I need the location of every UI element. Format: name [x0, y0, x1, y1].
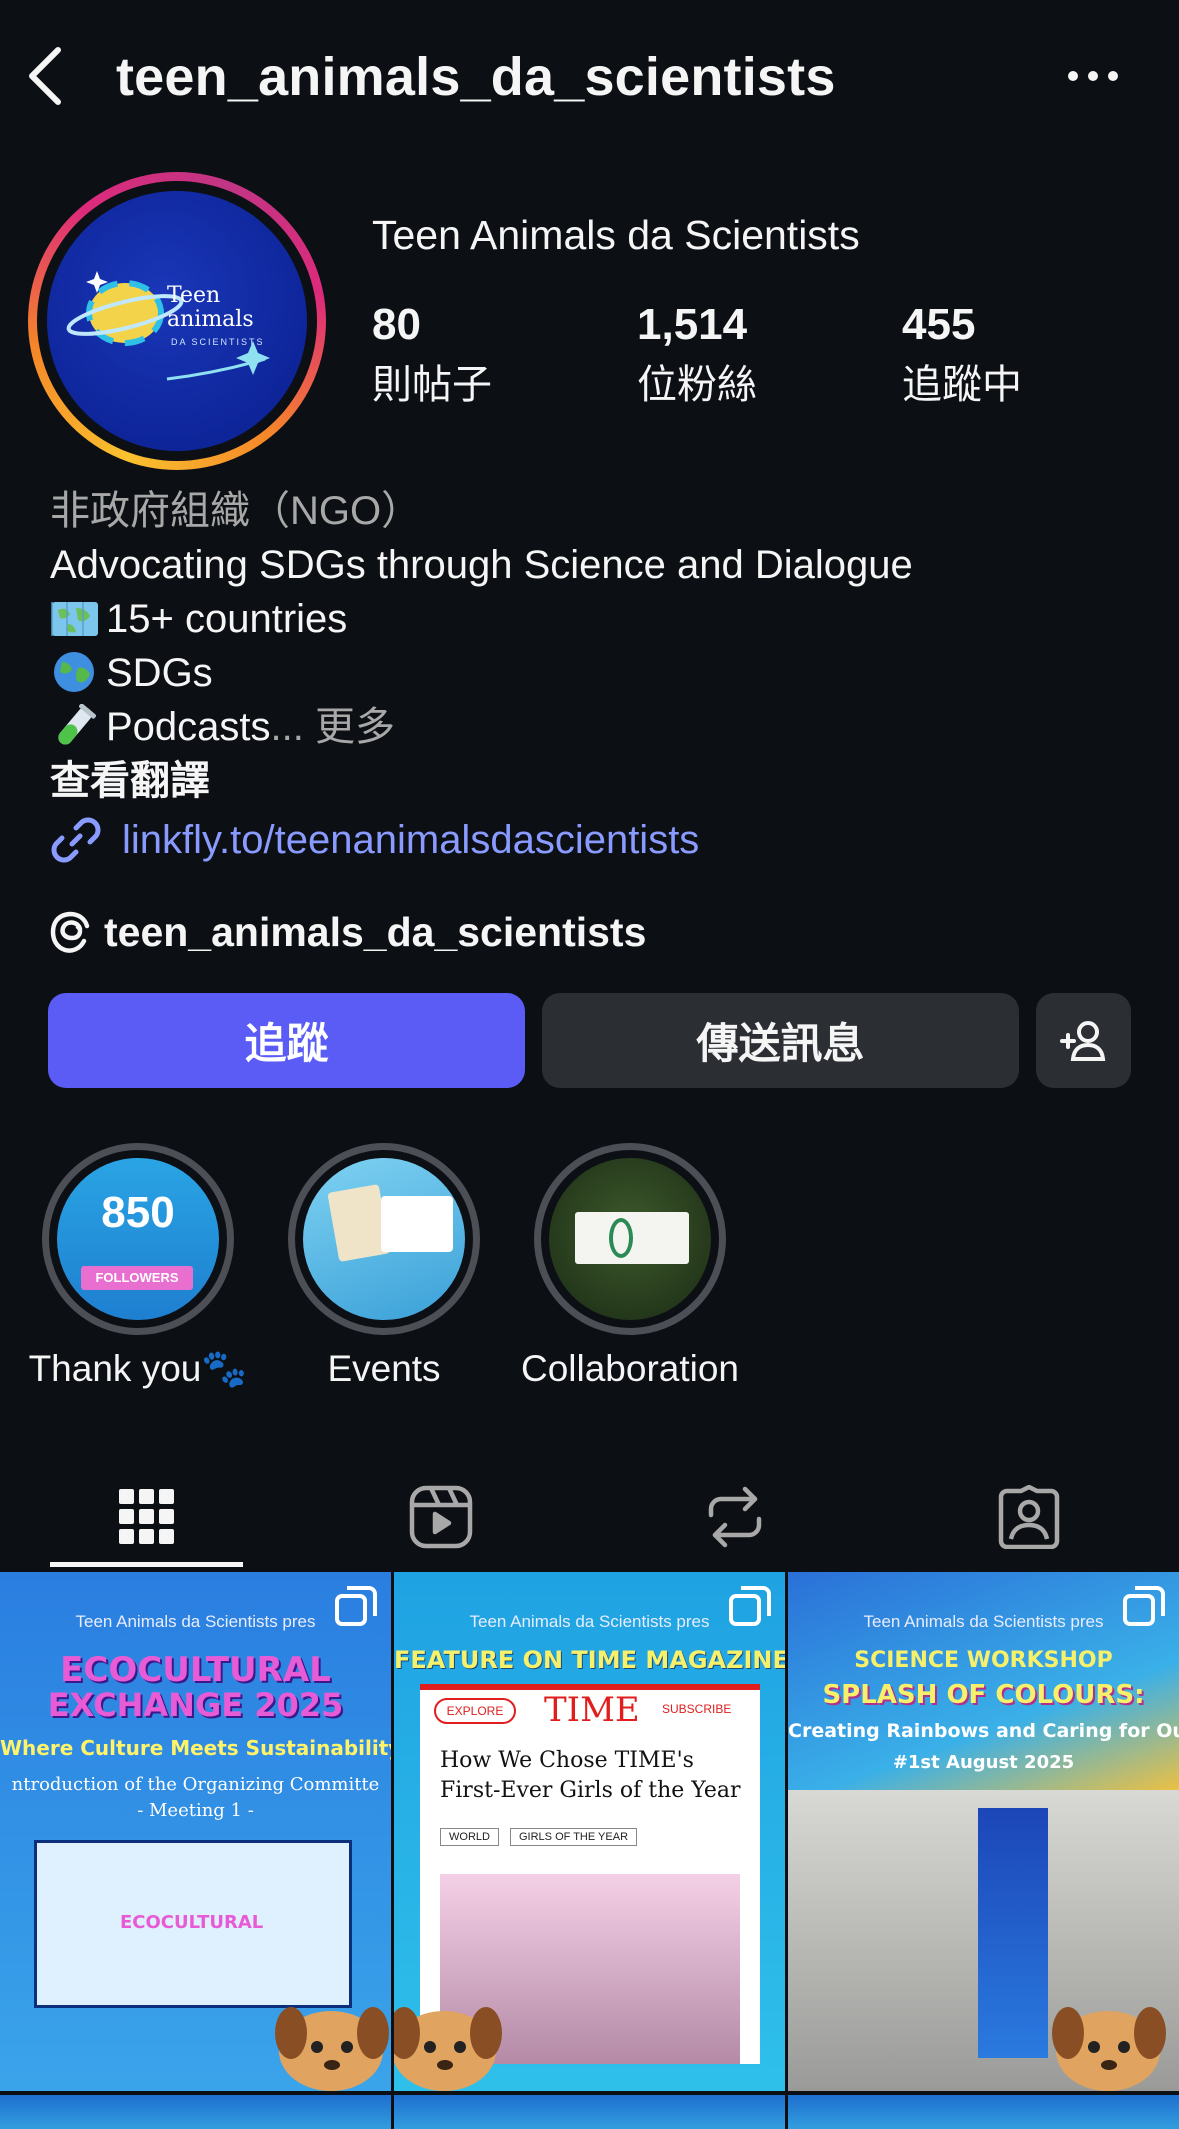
reels-icon: [409, 1485, 473, 1549]
highlight-events-label: Events: [327, 1348, 441, 1389]
post-tile[interactable]: Teen Animals da Scientists pres FEATURE …: [394, 1572, 785, 2091]
bio-podcasts-text: Podcasts: [106, 705, 271, 749]
stat-posts-count: 80: [372, 300, 421, 349]
carousel-icon: [729, 1586, 771, 1626]
dog-mascot-icon: [1052, 2007, 1166, 2091]
post-tile-partial[interactable]: [0, 2095, 391, 2129]
bio-link[interactable]: linkfly.to/teenanimalsdascientists: [50, 810, 699, 870]
post-title: SCIENCE WORKSHOP: [854, 1648, 1113, 1673]
bio-sdgs-text: SDGs: [106, 651, 213, 695]
tab-grid[interactable]: [47, 1462, 247, 1572]
post-title-2: EXCHANGE 2025: [47, 1686, 344, 1724]
post-tile[interactable]: Teen Animals da Scientists pres ECOCULTU…: [0, 1572, 391, 2091]
time-subscribe: SUBSCRIBE: [662, 1702, 732, 1716]
story-ring[interactable]: Teen animals DA SCIENTISTS: [28, 172, 326, 470]
time-logo: TIME: [544, 1690, 640, 1730]
follow-button[interactable]: 追蹤: [48, 993, 525, 1088]
add-person-icon: [1059, 1020, 1105, 1061]
bio-line-sdgs: SDGs: [50, 646, 1150, 700]
avatar-text-animals: animals: [167, 307, 254, 332]
stat-posts-label: 則帖子: [372, 363, 492, 407]
post-header: Teen Animals da Scientists pres: [469, 1612, 710, 1631]
post-title: ECOCULTURAL: [60, 1650, 331, 1690]
bio-ellipsis: ...: [270, 705, 304, 749]
post-grid: Teen Animals da Scientists pres ECOCULTU…: [0, 1572, 1179, 2129]
stat-posts[interactable]: 80 則帖子: [372, 300, 492, 410]
message-button[interactable]: 傳送訊息: [542, 993, 1019, 1088]
highlight-thank-you-label: Thank you🐾: [28, 1348, 248, 1389]
threads-icon: [50, 911, 90, 953]
profile-username-title: teen_animals_da_scientists: [116, 47, 836, 107]
threads-badge[interactable]: teen_animals_da_scientists: [50, 904, 646, 960]
bio-line-podcasts: Podcasts... 更多: [50, 700, 1150, 754]
time-headline-2: First-Ever Girls of the Year: [440, 1778, 741, 1803]
stat-followers-label: 位粉絲: [637, 363, 757, 407]
highlight-thank-you[interactable]: 850 FOLLOWERS Thank you🐾: [29, 1143, 247, 1389]
see-translation-link[interactable]: 查看翻譯: [50, 754, 1150, 808]
post-tile-partial[interactable]: [394, 2095, 785, 2129]
threads-username: teen_animals_da_scientists: [104, 908, 647, 955]
post-subtitle: Where Culture Meets Sustainability: [0, 1736, 391, 1760]
tab-reels[interactable]: [341, 1462, 541, 1572]
post-title-2: SPLASH OF COLOURS:: [822, 1680, 1145, 1710]
bio-link-text[interactable]: linkfly.to/teenanimalsdascientists: [122, 818, 699, 863]
dog-mascot-icon: [275, 2007, 389, 2091]
post-title: FEATURE ON TIME MAGAZINE: [394, 1646, 785, 1674]
time-explore-pill: EXPLORE: [434, 1698, 516, 1724]
post-line: ntroduction of the Organizing Committe: [11, 1774, 380, 1795]
highlight-thank-you-cover: 850 FOLLOWERS: [57, 1158, 219, 1320]
top-bar: teen_animals_da_scientists: [0, 0, 1179, 150]
grid-icon: [119, 1489, 174, 1544]
post-header: Teen Animals da Scientists pres: [863, 1612, 1104, 1631]
stat-following-label: 追蹤中: [902, 363, 1022, 407]
tab-reposts[interactable]: [635, 1462, 835, 1572]
display-name: Teen Animals da Scientists: [372, 212, 860, 258]
back-chevron-icon[interactable]: [24, 44, 64, 108]
bio-category: 非政府組織（NGO）: [50, 489, 422, 533]
tab-tagged[interactable]: [929, 1462, 1129, 1572]
stat-following-count: 455: [902, 300, 976, 349]
highlight-collaboration-label: Collaboration: [520, 1348, 740, 1389]
bio-line-countries: 15+ countries: [50, 592, 1150, 646]
avatar-text-da-scientists: DA SCIENTISTS: [171, 337, 265, 347]
post-line-2: - Meeting 1 -: [137, 1800, 254, 1821]
carousel-icon: [1123, 1586, 1165, 1626]
post-slide-thumb-title: ECOCULTURAL: [120, 1912, 264, 1933]
avatar-text-teen: Teen: [167, 283, 221, 308]
stat-followers-count: 1,514: [637, 300, 748, 349]
bio: 非政府組織（NGO） Advocating SDGs through Scien…: [50, 484, 1150, 808]
post-tile-partial[interactable]: [788, 2095, 1179, 2129]
link-icon: [51, 817, 101, 863]
more-options-icon[interactable]: [1065, 62, 1121, 90]
bio-countries-text: 15+ countries: [106, 597, 348, 641]
bio-more-link[interactable]: 更多: [315, 705, 395, 749]
carousel-icon: [335, 1586, 377, 1626]
time-headline-1: How We Chose TIME's: [440, 1748, 694, 1773]
tagged-person-icon: [998, 1485, 1060, 1549]
post-subtitle: Creating Rainbows and Caring for Our Pla: [788, 1720, 1179, 1742]
repost-icon: [708, 1486, 762, 1548]
active-tab-indicator: [50, 1562, 243, 1567]
profile-tabs: [0, 1462, 1179, 1572]
post-tile[interactable]: Teen Animals da Scientists pres SCIENCE …: [788, 1572, 1179, 2091]
stat-followers[interactable]: 1,514 位粉絲: [637, 300, 757, 410]
highlight-followers-badge: FOLLOWERS: [81, 1266, 193, 1290]
post-header: Teen Animals da Scientists pres: [75, 1612, 316, 1631]
suggested-users-button[interactable]: [1036, 993, 1131, 1088]
highlight-collaboration-cover: [549, 1158, 711, 1320]
highlight-events[interactable]: Events: [288, 1143, 480, 1389]
globe-icon: [54, 652, 94, 692]
time-tag-girls: GIRLS OF THE YEAR: [510, 1828, 638, 1846]
bio-line-mission: Advocating SDGs through Science and Dial…: [50, 543, 913, 587]
time-tag-world: WORLD: [440, 1828, 499, 1846]
stat-following[interactable]: 455 追蹤中: [902, 300, 1022, 410]
highlight-collaboration[interactable]: Collaboration: [521, 1143, 739, 1389]
dog-mascot-icon: [394, 2007, 502, 2091]
world-map-icon: [51, 602, 98, 636]
highlight-events-cover: [303, 1158, 465, 1320]
post-date: #1st August 2025: [892, 1752, 1075, 1773]
avatar: Teen animals DA SCIENTISTS: [47, 191, 307, 451]
highlight-850-text: 850: [101, 1188, 175, 1237]
test-tube-icon: [58, 704, 96, 745]
